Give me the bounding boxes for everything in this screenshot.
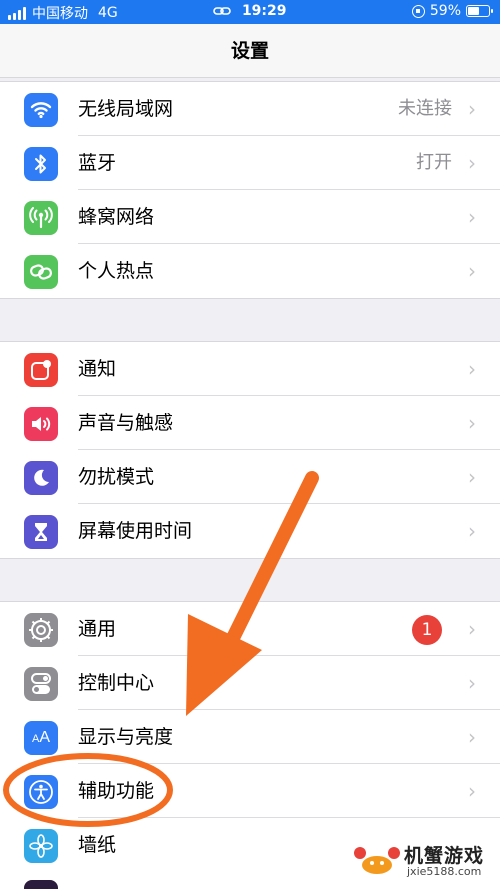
watermark-url: jxie5188.com xyxy=(407,865,482,878)
row-label: 声音与触感 xyxy=(78,412,174,434)
row-general[interactable]: 通用 1 › xyxy=(0,602,500,656)
row-hotspot[interactable]: 个人热点 › xyxy=(0,244,500,298)
row-label: 蓝牙 xyxy=(78,152,117,174)
chevron-right-icon: › xyxy=(468,671,476,695)
chevron-right-icon: › xyxy=(468,151,476,175)
watermark-title: 机蟹游戏 xyxy=(404,845,485,867)
row-control-center[interactable]: 控制中心 › xyxy=(0,656,500,710)
settings-group-connectivity: 无线局域网 未连接 › 蓝牙 打开 › 蜂窝网络 › 个人热点 › xyxy=(0,81,500,299)
row-label: 蜂窝网络 xyxy=(78,206,155,228)
settings-group-notifications: 通知 › 声音与触感 › 勿扰模式 › 屏幕使用时间 › xyxy=(0,341,500,559)
watermark-logo: 机蟹游戏 jxie5188.com xyxy=(352,841,492,881)
moon-icon xyxy=(24,461,58,495)
link-icon xyxy=(213,3,235,19)
accessibility-icon xyxy=(24,775,58,809)
row-label: 通知 xyxy=(78,358,117,380)
hourglass-icon xyxy=(24,515,58,549)
row-value: 未连接 xyxy=(398,98,452,119)
battery-fill xyxy=(468,7,480,15)
chevron-right-icon: › xyxy=(468,465,476,489)
row-label: 显示与亮度 xyxy=(78,726,174,748)
chevron-right-icon: › xyxy=(468,357,476,381)
row-accessibility[interactable]: 辅助功能 › xyxy=(0,764,500,818)
status-time: 19:29 xyxy=(241,3,287,19)
row-label: 屏幕使用时间 xyxy=(78,520,193,542)
battery-percent: 59% xyxy=(429,3,461,19)
row-label: 通用 xyxy=(78,618,117,640)
chevron-right-icon: › xyxy=(468,617,476,641)
rotation-lock-icon xyxy=(411,4,425,18)
wifi-icon xyxy=(24,93,58,127)
row-cellular[interactable]: 蜂窝网络 › xyxy=(0,190,500,244)
hotspot-link-icon xyxy=(24,255,58,289)
page-title: 设置 xyxy=(230,40,269,62)
chevron-right-icon: › xyxy=(468,779,476,803)
row-sounds[interactable]: 声音与触感 › xyxy=(0,396,500,450)
row-display[interactable]: AA 显示与亮度 › xyxy=(0,710,500,764)
text-size-icon: AA xyxy=(24,721,58,755)
toggles-icon xyxy=(24,667,58,701)
flower-icon xyxy=(24,829,58,863)
notification-badge: 1 xyxy=(412,615,442,645)
chevron-right-icon: › xyxy=(468,259,476,283)
gear-icon xyxy=(24,613,58,647)
row-notifications[interactable]: 通知 › xyxy=(0,342,500,396)
row-label: 辅助功能 xyxy=(78,780,155,802)
row-value: 打开 xyxy=(416,152,452,173)
row-screen-time[interactable]: 屏幕使用时间 › xyxy=(0,504,500,558)
chevron-right-icon: › xyxy=(468,725,476,749)
battery-icon xyxy=(466,5,493,17)
notification-icon xyxy=(24,353,58,387)
chevron-right-icon: › xyxy=(468,97,476,121)
speaker-icon xyxy=(24,407,58,441)
row-label: 个人热点 xyxy=(78,260,155,282)
chevron-right-icon: › xyxy=(468,205,476,229)
bluetooth-icon xyxy=(24,147,58,181)
status-right: 59% xyxy=(411,3,493,19)
row-label: 控制中心 xyxy=(78,672,155,694)
row-label: 勿扰模式 xyxy=(78,466,155,488)
nav-bar: 设置 xyxy=(0,24,500,78)
crab-logo-icon xyxy=(354,847,400,874)
chevron-right-icon: › xyxy=(468,519,476,543)
siri-icon xyxy=(24,880,58,889)
row-bluetooth[interactable]: 蓝牙 打开 › xyxy=(0,136,500,190)
row-do-not-disturb[interactable]: 勿扰模式 › xyxy=(0,450,500,504)
row-wifi[interactable]: 无线局域网 未连接 › xyxy=(0,82,500,136)
antenna-icon xyxy=(24,201,58,235)
chevron-right-icon: › xyxy=(468,411,476,435)
row-label: 墙纸 xyxy=(78,834,117,856)
row-label: 无线局域网 xyxy=(78,98,174,120)
status-bar: 中国移动 4G 19:29 59% xyxy=(0,0,500,24)
